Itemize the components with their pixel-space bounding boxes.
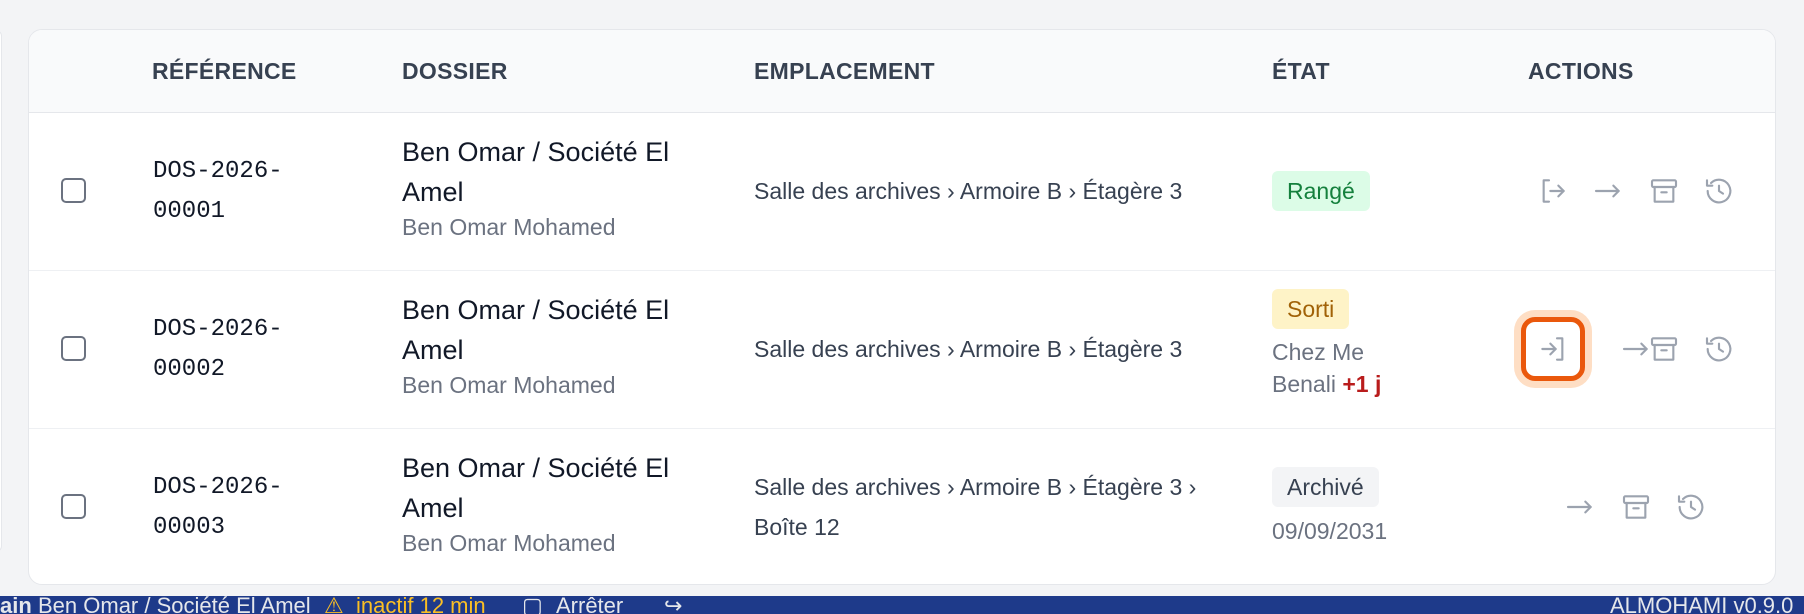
dossiers-table-card: RÉFÉRENCE DOSSIER EMPLACEMENT ÉTAT ACTIO… bbox=[28, 29, 1776, 585]
reference-cell: DOS-2026- 00002 bbox=[153, 316, 283, 383]
header-emplacement[interactable]: EMPLACEMENT bbox=[754, 30, 935, 112]
row-checkbox[interactable] bbox=[61, 178, 86, 203]
location-path: Salle des archives › Armoire B › Étagère… bbox=[754, 336, 1183, 362]
header-reference[interactable]: RÉFÉRENCE bbox=[152, 30, 297, 112]
archive-date: 09/09/2031 bbox=[1272, 518, 1388, 544]
location-path: Salle des archives › Armoire B › Étagère… bbox=[754, 474, 1197, 540]
box-arrow-in-icon bbox=[1541, 337, 1564, 361]
move-button[interactable] bbox=[1588, 171, 1628, 211]
history-clock-icon bbox=[1677, 494, 1704, 520]
sidebar-edge bbox=[0, 30, 2, 552]
dossier-client: Ben Omar Mohamed bbox=[402, 530, 616, 556]
status-bar: ain Ben Omar / Société El Amel ⚠ inactif… bbox=[0, 596, 1804, 614]
archive-button[interactable] bbox=[1644, 171, 1684, 211]
history-clock-icon bbox=[1705, 336, 1732, 362]
dossier-title[interactable]: Ben Omar / Société El Amel bbox=[402, 290, 732, 370]
table-header: RÉFÉRENCE DOSSIER EMPLACEMENT ÉTAT ACTIO… bbox=[29, 30, 1775, 113]
archive-box-icon bbox=[1622, 495, 1650, 519]
statusbar-inactive: inactif 12 min bbox=[356, 596, 486, 614]
archive-button[interactable] bbox=[1616, 487, 1656, 527]
status-badge: Sorti bbox=[1272, 289, 1350, 329]
warning-icon: ⚠ bbox=[324, 596, 344, 614]
dossier-title[interactable]: Ben Omar / Société El Amel bbox=[402, 132, 732, 212]
archive-button[interactable] bbox=[1644, 329, 1684, 369]
reference-cell: DOS-2026- 00001 bbox=[153, 158, 283, 225]
share-forward-icon[interactable]: ↪ bbox=[664, 596, 682, 614]
arrow-right-icon bbox=[1566, 500, 1592, 514]
header-etat[interactable]: ÉTAT bbox=[1272, 30, 1330, 112]
status-badge: Rangé bbox=[1272, 171, 1370, 211]
history-button[interactable] bbox=[1699, 329, 1739, 369]
table-row: DOS-2026- 00002 Ben Omar / Société El Am… bbox=[29, 270, 1775, 429]
move-button[interactable] bbox=[1560, 487, 1600, 527]
table-row: DOS-2026- 00001 Ben Omar / Société El Am… bbox=[29, 112, 1775, 271]
statusbar-dossier[interactable]: Ben Omar / Société El Amel bbox=[38, 596, 311, 614]
stop-square-icon: ▢ bbox=[522, 596, 543, 614]
statusbar-prefix: ain bbox=[0, 596, 32, 614]
late-indicator: +1 j bbox=[1342, 371, 1382, 397]
statusbar-version: ALMOHAMI v0.9.0 bbox=[1610, 596, 1794, 614]
statusbar-stop[interactable]: Arrêter bbox=[556, 596, 623, 614]
holder-info: Chez Me Benali +1 j bbox=[1272, 339, 1382, 397]
arrow-right-icon bbox=[1594, 184, 1620, 198]
history-button[interactable] bbox=[1699, 171, 1739, 211]
row-checkbox[interactable] bbox=[61, 336, 86, 361]
location-path: Salle des archives › Armoire B › Étagère… bbox=[754, 178, 1183, 204]
table-row: DOS-2026- 00003 Ben Omar / Société El Am… bbox=[29, 428, 1775, 584]
dossier-title[interactable]: Ben Omar / Société El Amel bbox=[402, 448, 732, 528]
history-clock-icon bbox=[1705, 178, 1732, 204]
status-badge: Archivé bbox=[1272, 467, 1379, 507]
row-checkbox[interactable] bbox=[61, 494, 86, 519]
checkin-button[interactable] bbox=[1521, 317, 1585, 381]
header-dossier[interactable]: DOSSIER bbox=[402, 30, 508, 112]
checkout-button[interactable] bbox=[1533, 171, 1573, 211]
dossier-client: Ben Omar Mohamed bbox=[402, 214, 616, 240]
header-actions: ACTIONS bbox=[1528, 58, 1634, 84]
archive-box-icon bbox=[1650, 179, 1678, 203]
archive-box-icon bbox=[1650, 337, 1678, 361]
box-arrow-out-icon bbox=[1542, 179, 1565, 203]
dossier-client: Ben Omar Mohamed bbox=[402, 372, 616, 398]
reference-cell: DOS-2026- 00003 bbox=[153, 474, 283, 541]
history-button[interactable] bbox=[1671, 487, 1711, 527]
